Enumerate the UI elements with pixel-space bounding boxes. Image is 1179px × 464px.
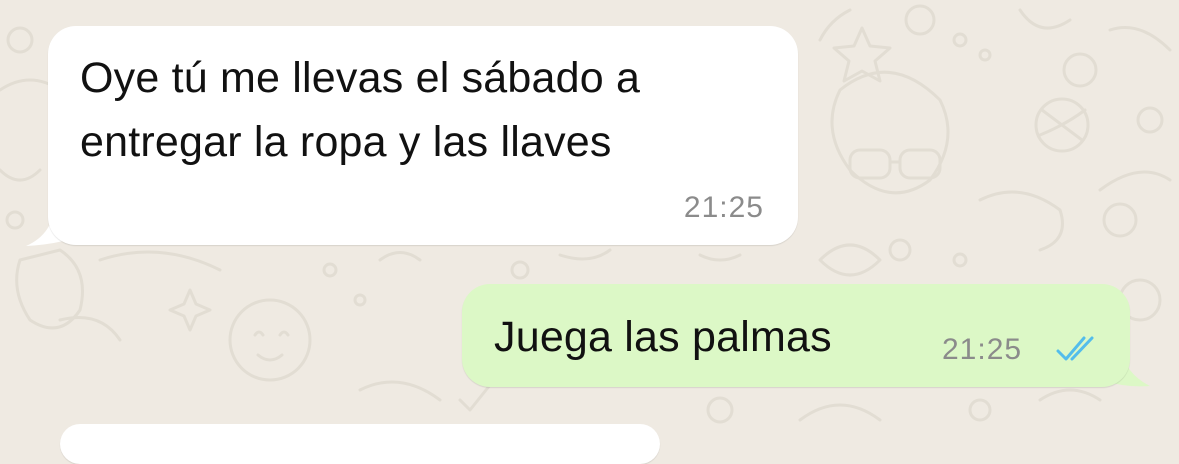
message-timestamp: 21:25 — [942, 333, 1023, 366]
outgoing-message-text: Juega las palmas — [494, 313, 832, 361]
message-timestamp: 21:25 — [683, 191, 764, 224]
incoming-message-bubble[interactable]: Oye tú me llevas el sábado a entregar la… — [48, 26, 798, 245]
double-check-read-icon — [1056, 336, 1094, 361]
message-line: Oye tú me llevas el sábado a — [80, 54, 641, 102]
incoming-message-text: Oye tú me llevas el sábado a entregar la… — [80, 46, 640, 174]
message-line: entregar la ropa y las llaves — [80, 118, 612, 166]
next-incoming-message-bubble[interactable] — [60, 424, 660, 464]
outgoing-message-bubble[interactable]: Juega las palmas 21:25 — [462, 284, 1130, 387]
